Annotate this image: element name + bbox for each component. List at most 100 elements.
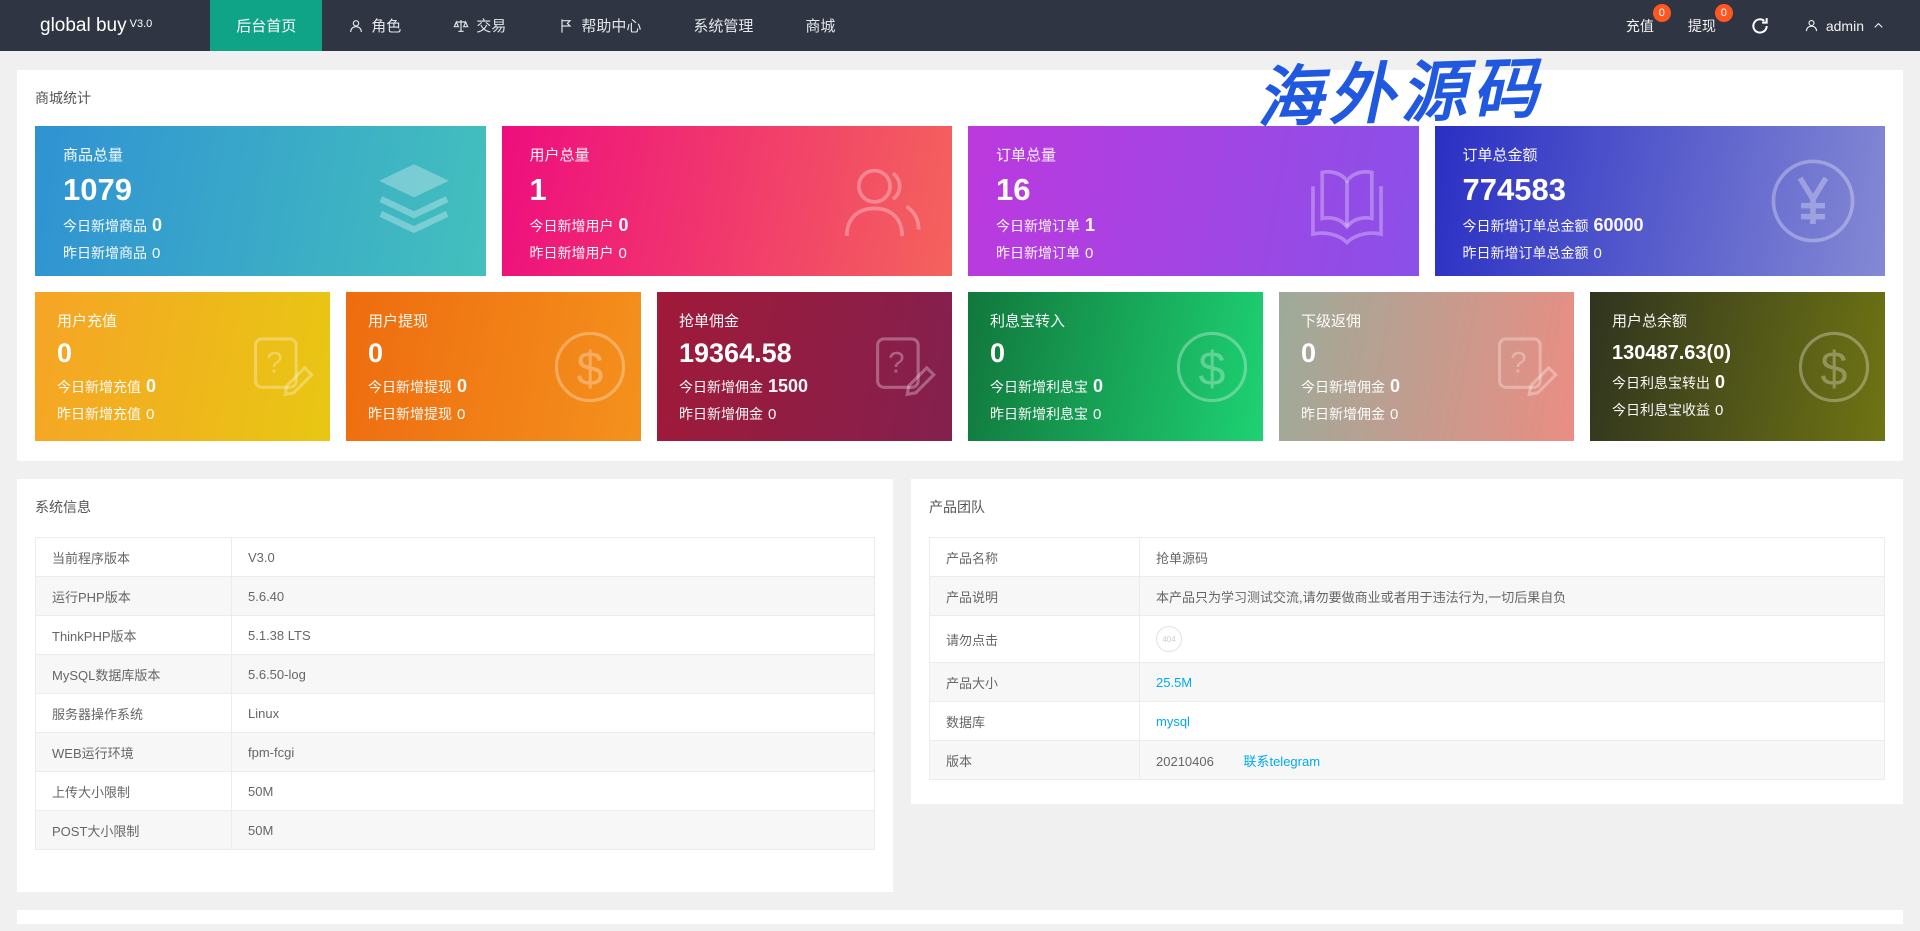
card-line-value: 0	[146, 376, 157, 396]
row-label: MySQL数据库版本	[35, 654, 232, 694]
row-label: 请勿点击	[929, 615, 1140, 663]
menu-item-label: 系统管理	[693, 18, 754, 35]
database-link[interactable]: mysql	[1156, 714, 1190, 729]
card-line-label: 昨日新增订单	[996, 245, 1080, 261]
telegram-contact-link[interactable]: 联系telegram	[1243, 754, 1320, 769]
card-line-label: 今日新增佣金	[1301, 379, 1385, 395]
table-row: ThinkPHP版本 5.1.38 LTS	[35, 615, 875, 655]
recharge-button[interactable]: 充值 0	[1625, 3, 1671, 36]
row-label: 版本	[929, 740, 1140, 780]
bottom-section: 系统信息 当前程序版本 V3.0 运行PHP版本 5.6.40 ThinkPHP版本…	[17, 479, 1903, 892]
menu-item-dashboard[interactable]: 后台首页	[210, 0, 323, 51]
svg-text:$: $	[1199, 341, 1226, 395]
product-size-link[interactable]: 25.5M	[1156, 675, 1192, 690]
row-label: 上传大小限制	[35, 771, 232, 811]
menu-item-help-center[interactable]: 帮助中心	[532, 0, 667, 51]
row-value: V3.0	[231, 537, 875, 577]
dollar-circle-icon: $	[551, 328, 629, 406]
stat-card-order-commission: 抢单佣金 19364.58 今日新增佣金 1500 昨日新增佣金 0 ?	[657, 292, 952, 441]
menu-item-mall[interactable]: 商城	[779, 0, 861, 51]
menu-item-label: 帮助中心	[581, 18, 642, 35]
card-line-label: 今日利息宝收益	[1612, 402, 1710, 418]
card-line-label: 昨日新增佣金	[679, 406, 763, 422]
table-row: 上传大小限制 50M	[35, 771, 875, 811]
card-line-value: 0	[768, 406, 777, 423]
row-value: 5.6.50-log	[231, 654, 875, 694]
card-yesterday-line: 昨日新增佣金 0	[679, 404, 952, 424]
dollar-circle-icon: $	[1173, 328, 1251, 406]
row-value: 20210406 联系telegram	[1139, 740, 1885, 780]
card-line-label: 昨日新增用户	[529, 245, 614, 261]
stat-card-order-amount-total: 订单总金额 774583 今日新增订单总金额 60000 昨日新增订单总金额 0	[1434, 126, 1885, 276]
card-line-value: 0	[1085, 245, 1094, 262]
flag-icon	[561, 18, 572, 33]
card-line-label: 昨日新增商品	[63, 245, 147, 261]
card-line-label: 今日新增订单	[996, 218, 1080, 234]
card-line-label: 昨日新增利息宝	[990, 406, 1088, 422]
card-line-label: 今日利息宝转出	[1612, 375, 1710, 391]
menu-item-system-manage[interactable]: 系统管理	[667, 0, 779, 51]
row-value: 5.6.40	[231, 576, 875, 616]
card-yesterday-line: 昨日新增佣金 0	[1301, 404, 1574, 424]
row-label: ThinkPHP版本	[35, 615, 232, 655]
admin-dropdown[interactable]: admin	[1804, 18, 1886, 34]
mall-stats-panel: 商城统计 商品总量 1079 今日新增商品 0 昨日新增商品 0 用户总量 1 今日…	[17, 70, 1903, 461]
row-value: 抢单源码	[1139, 537, 1885, 577]
row-value: 50M	[231, 810, 875, 850]
book-icon	[1301, 155, 1393, 247]
layers-icon	[368, 155, 460, 247]
version-number: 20210406	[1156, 753, 1214, 769]
row-label: 当前程序版本	[35, 537, 232, 577]
card-line-value: 0	[146, 406, 155, 423]
broken-image-icon: 404	[1156, 626, 1182, 652]
product-team-panel: 产品团队 产品名称 抢单源码 产品说明 本产品只为学习测试交流,请勿要做商业或者…	[911, 479, 1903, 804]
app-logo-text: global buy	[40, 14, 127, 36]
stat-card-user-recharge: 用户充值 0 今日新增充值 0 昨日新增充值 0 ?	[35, 292, 330, 441]
user-icon	[1805, 19, 1817, 32]
card-line-value: 0	[1390, 376, 1401, 396]
card-line-label: 今日新增商品	[63, 218, 147, 234]
admin-username: admin	[1825, 17, 1864, 34]
withdraw-label: 提现	[1687, 17, 1716, 34]
row-value: 本产品只为学习测试交流,请勿要做商业或者用于违法行为,一切后果自负	[1139, 576, 1885, 616]
card-line-value: 0	[152, 215, 163, 235]
stat-card-orders-total: 订单总量 16 今日新增订单 1 昨日新增订单 0	[968, 126, 1419, 276]
product-team-table: 产品名称 抢单源码 产品说明 本产品只为学习测试交流,请勿要做商业或者用于违法行…	[929, 537, 1885, 780]
recharge-label: 充值	[1625, 17, 1654, 34]
stats-panel-title: 商城统计	[35, 90, 91, 106]
card-line-label: 今日新增利息宝	[990, 379, 1088, 395]
card-line-label: 昨日新增提现	[368, 406, 452, 422]
question-edit-icon: ?	[1484, 328, 1562, 406]
table-row: 运行PHP版本 5.6.40	[35, 576, 875, 616]
stat-card-users-total: 用户总量 1 今日新增用户 0 昨日新增用户 0	[501, 126, 952, 276]
card-yesterday-line: 昨日新增提现 0	[368, 404, 641, 424]
refresh-button[interactable]	[1750, 16, 1770, 36]
app-logo-version: V3.0	[129, 17, 153, 30]
stat-card-interest-transfer-in: 利息宝转入 0 今日新增利息宝 0 昨日新增利息宝 0 $	[968, 292, 1263, 441]
question-edit-icon: ?	[862, 328, 940, 406]
menu-item-trade[interactable]: 交易	[427, 0, 532, 51]
row-label: 产品大小	[929, 662, 1140, 702]
card-line-value: 0	[457, 376, 468, 396]
card-line-value: 0	[1715, 372, 1726, 392]
card-line-value: 0	[1593, 245, 1602, 262]
row-label: POST大小限制	[35, 810, 232, 850]
stat-card-products-total: 商品总量 1079 今日新增商品 0 昨日新增商品 0	[35, 126, 486, 276]
card-line-label: 昨日新增充值	[57, 406, 141, 422]
row-value: 50M	[231, 771, 875, 811]
main-content: 商城统计 商品总量 1079 今日新增商品 0 昨日新增商品 0 用户总量 1 今日…	[0, 70, 1920, 924]
svg-text:$: $	[1821, 341, 1848, 395]
menu-item-label: 商城	[805, 18, 836, 35]
menu-item-roles[interactable]: 角色	[322, 0, 427, 51]
card-line-label: 昨日新增佣金	[1301, 406, 1385, 422]
withdraw-button[interactable]: 提现 0	[1687, 3, 1733, 36]
stats-cards-row1: 商品总量 1079 今日新增商品 0 昨日新增商品 0 用户总量 1 今日新增用户 0…	[35, 126, 1885, 276]
stat-card-user-balance: 用户总余额 130487.63(0) 今日利息宝转出 0 今日利息宝收益 0 $	[1590, 292, 1885, 441]
card-yesterday-line: 昨日新增利息宝 0	[990, 404, 1263, 424]
menu-item-label: 交易	[476, 18, 507, 35]
row-label: 产品说明	[929, 576, 1140, 616]
user-icon	[350, 19, 363, 32]
card-line-value: 60000	[1593, 215, 1644, 235]
card-line-value: 0	[1093, 376, 1104, 396]
table-row: 产品说明 本产品只为学习测试交流,请勿要做商业或者用于违法行为,一切后果自负	[929, 576, 1885, 616]
